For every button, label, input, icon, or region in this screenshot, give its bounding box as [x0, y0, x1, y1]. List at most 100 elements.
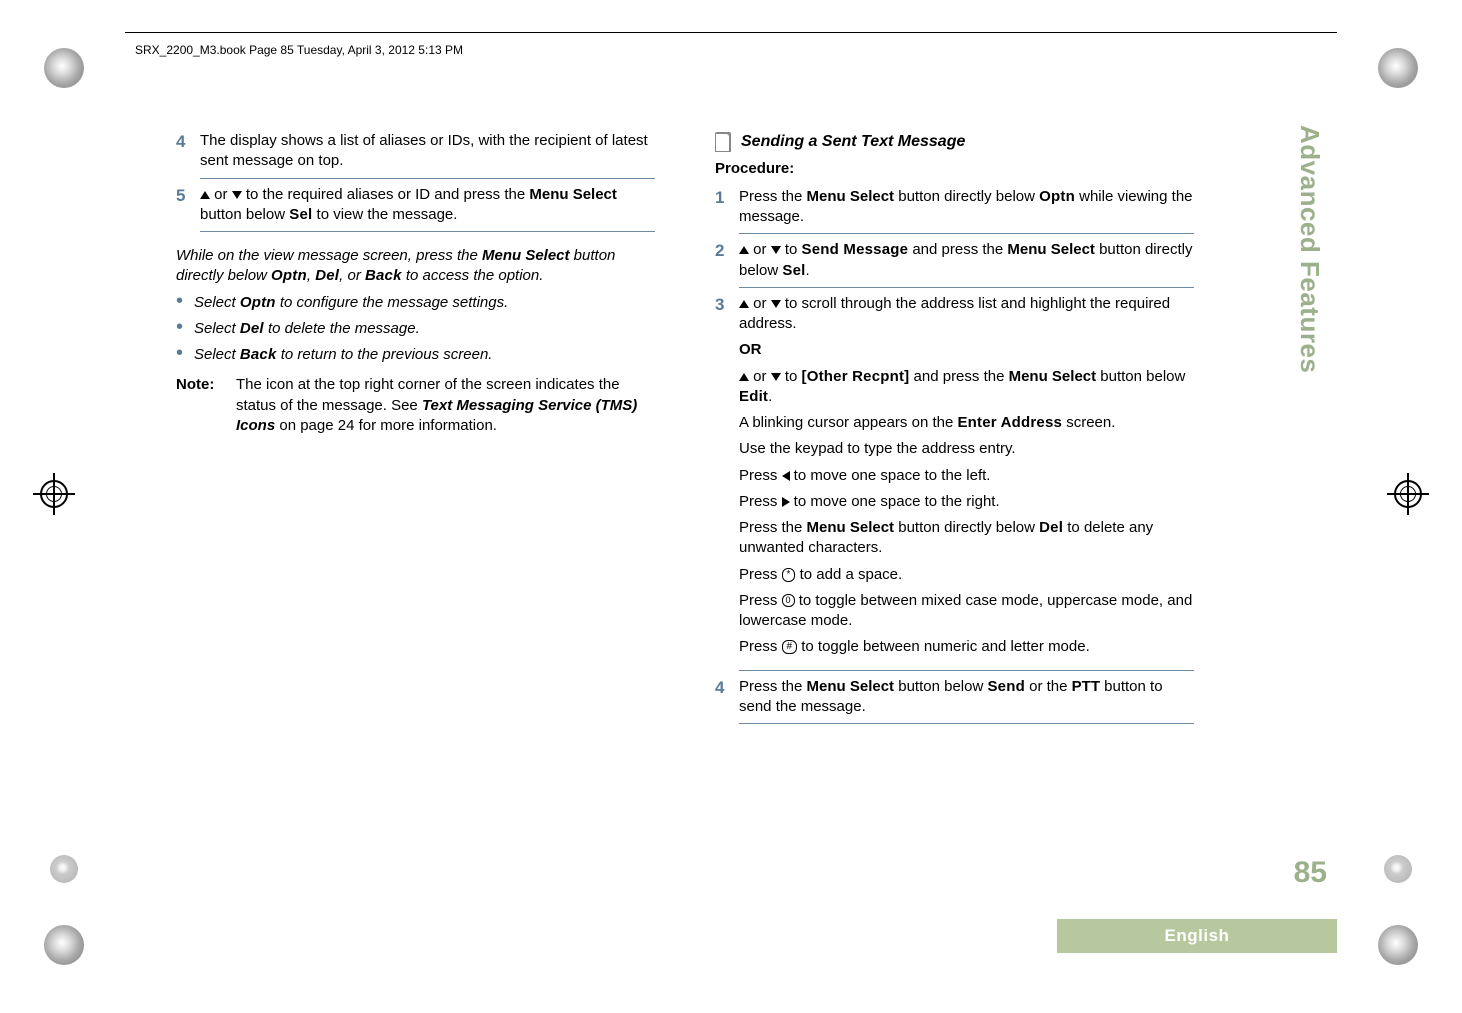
optn-key: Optn — [271, 267, 307, 284]
corner-mark-icon — [1378, 925, 1418, 965]
step-divider — [200, 231, 655, 232]
corner-mark-icon — [44, 48, 84, 88]
right-arrow-icon — [782, 497, 790, 507]
hash-key-icon: # — [782, 640, 798, 654]
txt: Press the — [739, 678, 807, 695]
bullet-dot-icon: • — [176, 293, 194, 309]
txt: to configure the message settings. — [276, 294, 509, 311]
page-number: 85 — [1294, 853, 1327, 894]
page-canvas: SRX_2200_M3.book Page 85 Tuesday, April … — [0, 0, 1462, 1013]
txt: to delete the message. — [264, 320, 420, 337]
left-column: 4 The display shows a list of aliases or… — [176, 125, 655, 730]
menu-select-label: Menu Select — [1009, 368, 1097, 385]
step-number: 4 — [176, 131, 200, 154]
txt: Use the keypad to type the address entry… — [739, 439, 1194, 459]
txt: to — [781, 241, 802, 258]
edit-key: Edit — [739, 388, 768, 405]
txt: to scroll through the address list and h… — [739, 295, 1170, 332]
txt: Select — [194, 320, 240, 337]
star-key-icon: * — [782, 568, 796, 582]
enter-address-key: Enter Address — [957, 414, 1062, 431]
send-key: Send — [987, 678, 1024, 695]
step-5: 5 or to the required aliases or ID and p… — [176, 185, 655, 226]
bullet-list: • Select Optn to configure the message s… — [176, 293, 655, 366]
content-columns: 4 The display shows a list of aliases or… — [176, 125, 1194, 730]
step-body: Press the Menu Select button directly be… — [739, 187, 1194, 228]
bullet-text: Select Back to return to the previous sc… — [194, 345, 655, 365]
or-label: OR — [739, 340, 1194, 360]
down-arrow-icon — [232, 191, 242, 199]
registration-mark-icon — [40, 480, 68, 508]
registration-mark-icon — [1394, 480, 1422, 508]
txt: Press the — [739, 188, 807, 205]
txt: and press the — [908, 241, 1007, 258]
menu-select-label: Menu Select — [1007, 241, 1095, 258]
language-bar: English — [1057, 919, 1337, 953]
txt: . — [768, 388, 772, 405]
txt: or the — [1025, 678, 1072, 695]
section-title: Sending a Sent Text Message — [741, 131, 965, 153]
down-arrow-icon — [771, 246, 781, 254]
txt: to — [781, 368, 802, 385]
txt: , or — [339, 267, 365, 284]
up-arrow-icon — [739, 373, 749, 381]
menu-select-label: Menu Select — [807, 519, 895, 536]
txt: on page 24 for more information. — [275, 417, 497, 434]
corner-mark-icon — [44, 925, 84, 965]
step-body: or to the required aliases or ID and pre… — [200, 185, 655, 226]
txt: A blinking cursor appears on the — [739, 414, 957, 431]
note-label: Note: — [176, 375, 236, 436]
txt: button below — [894, 678, 987, 695]
txt: to move one space to the left. — [790, 467, 991, 484]
step-divider — [739, 670, 1194, 671]
txt: Select — [194, 294, 240, 311]
side-mark-icon — [1384, 855, 1412, 883]
txt: and press the — [909, 368, 1008, 385]
zero-key-icon: 0 — [782, 594, 795, 607]
bullet-dot-icon: • — [176, 345, 194, 361]
txt: Press — [739, 566, 782, 583]
txt: button directly below — [894, 519, 1039, 536]
procedure-label: Procedure: — [715, 159, 1194, 179]
txt: to the required aliases or ID and press … — [242, 186, 530, 203]
up-arrow-icon — [739, 246, 749, 254]
txt: . — [805, 262, 809, 279]
side-mark-icon — [50, 855, 78, 883]
page-icon — [715, 132, 731, 152]
del-key: Del — [1039, 519, 1063, 536]
txt: Press the — [739, 519, 807, 536]
section-heading: Sending a Sent Text Message — [715, 131, 1194, 153]
sel-key: Sel — [782, 262, 805, 279]
sel-key: Sel — [289, 206, 312, 223]
bullet-item: • Select Optn to configure the message s… — [176, 293, 655, 313]
back-key: Back — [365, 267, 402, 284]
txt: button below — [1096, 368, 1185, 385]
down-arrow-icon — [771, 300, 781, 308]
up-arrow-icon — [739, 300, 749, 308]
view-intro: While on the view message screen, press … — [176, 246, 655, 287]
txt: , — [307, 267, 315, 284]
step-divider — [739, 723, 1194, 724]
txt: button directly below — [894, 188, 1039, 205]
section-tab: Advanced Features — [1292, 125, 1327, 373]
step-number: 3 — [715, 294, 739, 317]
txt: button below — [200, 206, 289, 223]
step-body: Press the Menu Select button below Send … — [739, 677, 1194, 718]
step-4-right: 4 Press the Menu Select button below Sen… — [715, 677, 1194, 718]
step-body: or to Send Message and press the Menu Se… — [739, 240, 1194, 281]
txt: or — [749, 241, 771, 258]
txt: While on the view message screen, press … — [176, 247, 482, 264]
txt: Press — [739, 592, 782, 609]
txt: or — [749, 368, 771, 385]
step-body: The display shows a list of aliases or I… — [200, 131, 655, 172]
txt: to toggle between mixed case mode, upper… — [739, 592, 1192, 629]
step-number: 4 — [715, 677, 739, 700]
txt: or — [210, 186, 232, 203]
bullet-item: • Select Del to delete the message. — [176, 319, 655, 339]
bullet-text: Select Del to delete the message. — [194, 319, 655, 339]
send-message-key: Send Message — [802, 241, 909, 258]
down-arrow-icon — [771, 373, 781, 381]
step-4: 4 The display shows a list of aliases or… — [176, 131, 655, 172]
step-body: or to scroll through the address list an… — [739, 294, 1194, 664]
txt: to return to the previous screen. — [277, 346, 493, 363]
